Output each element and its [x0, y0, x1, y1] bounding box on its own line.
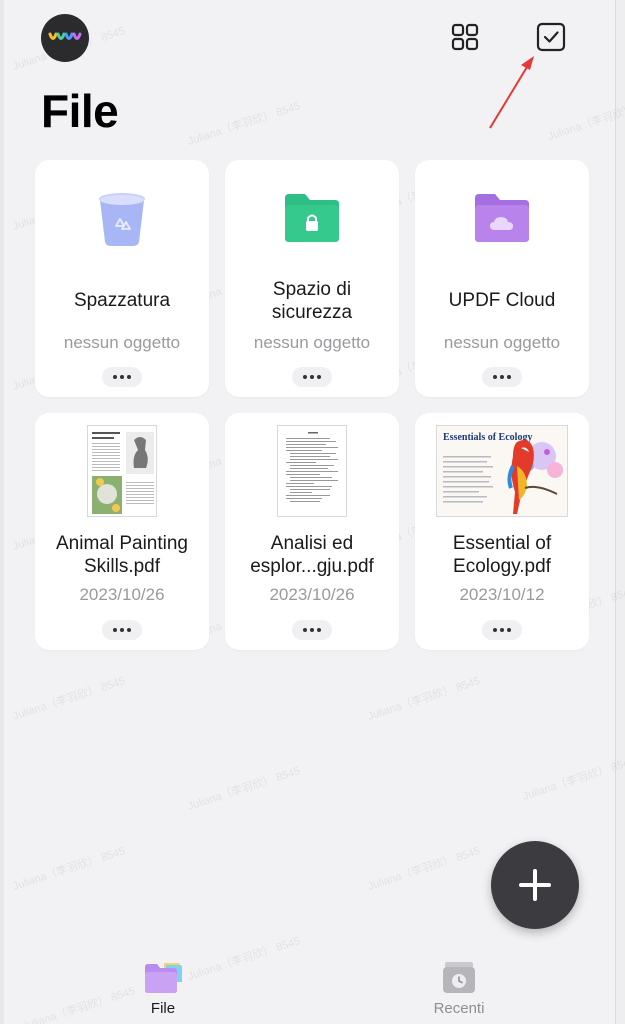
red-arrow-annotation	[489, 56, 534, 129]
tab-label: File	[150, 1000, 176, 1017]
file-date: 2023/10/26	[269, 585, 355, 604]
folder-card-secure[interactable]: Spazio di sicurezza nessun oggetto	[225, 160, 399, 397]
file-grid: Spazzatura nessun oggetto Spazio di sicu…	[35, 160, 589, 650]
more-options-button[interactable]	[292, 620, 332, 640]
avatar[interactable]	[41, 14, 89, 62]
pdf-thumbnail	[277, 425, 347, 517]
watermark-text: Juliana（李羽欣） 8545	[521, 755, 625, 803]
grid-view-button[interactable]	[448, 20, 482, 54]
pdf-thumbnail	[87, 425, 157, 517]
window-right-edge	[615, 0, 625, 1024]
grid-view-icon	[451, 23, 479, 51]
trash-icon	[99, 193, 145, 246]
folder-subtitle: nessun oggetto	[253, 333, 371, 352]
watermark-text: Juliana（李羽欣） 8545	[546, 95, 625, 143]
watermark-text: Juliana（李羽欣） 8545	[366, 845, 482, 893]
folder-icon	[145, 963, 182, 993]
file-card[interactable]: Essentials of Ecology Essential of Ecolo…	[415, 413, 589, 650]
checkbox-select-icon	[536, 22, 566, 52]
watermark-text: Juliana（李羽欣） 8545	[186, 765, 302, 813]
file-name: Analisi ed esplor...gju.pdf	[250, 533, 374, 577]
folder-card-cloud[interactable]: UPDF Cloud nessun oggetto	[415, 160, 589, 397]
recent-clock-icon	[443, 962, 475, 993]
folder-card-trash[interactable]: Spazzatura nessun oggetto	[35, 160, 209, 397]
pdf-thumbnail: Essentials of Ecology	[436, 425, 568, 517]
watermark-text: Juliana（李羽欣） 8545	[11, 845, 127, 893]
file-name: Animal Painting Skills.pdf	[55, 533, 189, 577]
folder-subtitle: nessun oggetto	[63, 333, 181, 352]
page-title: File	[41, 85, 119, 137]
tab-label: Recenti	[433, 1000, 485, 1017]
bottom-tab-bar: File Recenti	[0, 948, 615, 1024]
tab-recenti[interactable]: Recenti	[409, 960, 509, 1017]
window-left-edge	[0, 0, 4, 1024]
folder-name: Spazio di sicurezza	[271, 279, 353, 323]
watermark-text: Juliana（李羽欣） 8545	[186, 100, 302, 148]
watermark-text: Juliana（李羽欣） 8545	[11, 675, 127, 723]
colorful-wave-logo-icon	[48, 32, 82, 40]
tab-file[interactable]: File	[113, 960, 213, 1017]
file-date: 2023/10/26	[79, 585, 165, 604]
more-options-button[interactable]	[292, 367, 332, 387]
file-card[interactable]: Analisi ed esplor...gju.pdf 2023/10/26	[225, 413, 399, 650]
file-card[interactable]: Animal Painting Skills.pdf 2023/10/26	[35, 413, 209, 650]
add-button[interactable]	[491, 841, 579, 929]
more-options-button[interactable]	[482, 620, 522, 640]
select-button[interactable]	[534, 20, 568, 54]
folder-name: UPDF Cloud	[448, 290, 556, 311]
file-date: 2023/10/12	[459, 585, 545, 604]
cloud-folder-icon	[475, 194, 529, 242]
secure-folder-icon	[285, 194, 339, 242]
folder-subtitle: nessun oggetto	[443, 333, 561, 352]
more-options-button[interactable]	[102, 367, 142, 387]
more-options-button[interactable]	[102, 620, 142, 640]
more-options-button[interactable]	[482, 367, 522, 387]
watermark-text: Juliana（李羽欣） 8545	[366, 675, 482, 723]
folder-name: Spazzatura	[73, 290, 171, 311]
plus-icon	[519, 869, 551, 901]
file-name: Essential of Ecology.pdf	[452, 533, 552, 577]
